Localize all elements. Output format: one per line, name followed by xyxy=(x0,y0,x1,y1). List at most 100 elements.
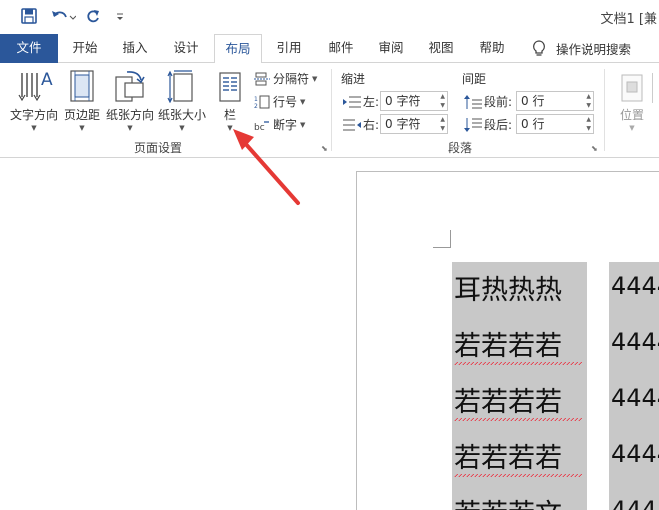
spacing-before-input[interactable]: 0 行 ▲ ▼ xyxy=(516,91,594,111)
orientation-button[interactable]: 纸张方向 ▼ xyxy=(104,67,156,132)
indent-left-label: 左: xyxy=(343,93,379,110)
text-direction-icon: A xyxy=(6,67,62,103)
paragraph-launcher-icon[interactable]: ⬊ xyxy=(591,144,598,153)
spacing-before-icon xyxy=(464,94,482,109)
orientation-icon xyxy=(104,67,156,103)
breaks-button[interactable]: 分隔符 ▼ xyxy=(254,70,317,87)
hyphenation-icon: bc xyxy=(254,120,269,132)
col1-line-5: 若若若文 xyxy=(454,492,562,510)
tab-help[interactable]: 帮助 xyxy=(469,34,515,63)
indent-right-input[interactable]: 0 字符 ▲ ▼ xyxy=(380,114,448,134)
overflow-edge xyxy=(652,73,659,103)
spellcheck-underline xyxy=(454,474,582,477)
chevron-down-icon: ▼ xyxy=(31,124,37,132)
hyphenation-button[interactable]: bc 断字 ▼ xyxy=(254,116,305,133)
spacing-after-icon xyxy=(464,117,482,132)
margin-corner-mark xyxy=(433,230,451,248)
svg-text:1: 1 xyxy=(254,96,258,103)
window-title: 文档1 [兼 xyxy=(600,12,657,27)
chevron-down-icon: ▼ xyxy=(79,124,85,132)
margins-label: 页边距 xyxy=(63,108,100,122)
col1-line-4: 若若若若 xyxy=(454,443,562,474)
tab-review[interactable]: 审阅 xyxy=(368,34,414,63)
svg-text:2: 2 xyxy=(254,103,258,109)
svg-text:bc: bc xyxy=(254,123,265,132)
column-2[interactable]: 4444 4444 4444 4444 4444 xyxy=(609,262,659,510)
indent-header: 缩进 xyxy=(341,72,366,86)
spinner-icon[interactable]: ▲ ▼ xyxy=(440,115,445,133)
position-label: 位置 xyxy=(619,108,644,122)
hyphenation-label: 断字 xyxy=(273,118,298,132)
tab-home[interactable]: 开始 xyxy=(62,34,108,63)
group-divider xyxy=(604,69,605,151)
indent-left-input[interactable]: 0 字符 ▲ ▼ xyxy=(380,91,448,111)
tab-mailings[interactable]: 邮件 xyxy=(318,34,364,63)
col2-line-1: 4444 xyxy=(611,272,659,300)
lightbulb-icon xyxy=(533,39,545,56)
spacing-after-input[interactable]: 0 行 ▲ ▼ xyxy=(516,114,594,134)
col2-line-3: 4444 xyxy=(611,384,659,412)
text-direction-button[interactable]: A 文字方向 ▼ xyxy=(6,67,62,132)
line-numbers-button[interactable]: 12 行号 ▼ xyxy=(254,93,305,110)
group-divider xyxy=(331,69,332,151)
tab-design[interactable]: 设计 xyxy=(163,34,209,63)
col2-line-4: 4444 xyxy=(611,440,659,468)
columns-label: 栏 xyxy=(223,108,236,122)
spellcheck-underline xyxy=(454,418,582,421)
title-bar: 文档1 [兼 xyxy=(0,0,659,34)
line-numbers-label: 行号 xyxy=(273,95,298,109)
position-button[interactable]: 位置 ▼ xyxy=(612,67,652,132)
breaks-label: 分隔符 xyxy=(273,72,310,86)
chevron-down-icon: ▼ xyxy=(127,124,133,132)
chevron-down-icon: ▼ xyxy=(179,124,185,132)
columns-button[interactable]: 栏 ▼ xyxy=(212,67,248,132)
chevron-down-icon: ▼ xyxy=(300,97,306,106)
redo-icon[interactable] xyxy=(84,6,102,26)
spinner-icon[interactable]: ▲ ▼ xyxy=(586,92,591,110)
position-icon xyxy=(612,67,652,103)
col1-line-1: 耳热热热 xyxy=(454,275,562,306)
chevron-down-icon: ▼ xyxy=(312,74,318,83)
tab-insert[interactable]: 插入 xyxy=(112,34,158,63)
indent-right-icon xyxy=(343,119,361,130)
page-size-icon xyxy=(156,67,208,103)
col2-line-5: 4444 xyxy=(611,496,659,510)
columns-icon xyxy=(212,67,248,103)
page-setup-launcher-icon[interactable]: ⬊ xyxy=(321,144,328,153)
tell-me-search[interactable]: 操作说明搜索 xyxy=(532,34,631,63)
size-label: 纸张大小 xyxy=(157,108,206,122)
tab-file[interactable]: 文件 xyxy=(0,34,58,63)
page-setup-group-label: 页面设置 xyxy=(134,141,183,155)
line-numbers-icon: 12 xyxy=(254,95,270,109)
tab-references[interactable]: 引用 xyxy=(266,34,312,63)
spinner-icon[interactable]: ▲ ▼ xyxy=(586,115,591,133)
document-page[interactable]: 耳热热热 若若若若 若若若若 若若若若 若若若文 4444 4444 4444 … xyxy=(356,171,659,510)
chevron-down-icon: ▼ xyxy=(300,120,306,129)
indent-right-label: 右: xyxy=(343,116,379,133)
column-1[interactable]: 耳热热热 若若若若 若若若若 若若若若 若若若文 xyxy=(452,262,587,510)
undo-icon[interactable] xyxy=(48,6,78,26)
spacing-header: 间距 xyxy=(462,72,487,86)
save-icon[interactable] xyxy=(18,6,40,26)
tell-me-label: 操作说明搜索 xyxy=(556,42,632,57)
size-button[interactable]: 纸张大小 ▼ xyxy=(156,67,208,132)
page-break-icon xyxy=(254,72,270,85)
spacing-after-label: 段后: xyxy=(464,116,512,133)
chevron-down-icon: ▼ xyxy=(227,124,233,132)
margins-icon xyxy=(62,67,102,103)
chevron-down-icon: ▼ xyxy=(629,124,635,132)
margins-button[interactable]: 页边距 ▼ xyxy=(62,67,102,132)
tab-layout[interactable]: 布局 xyxy=(214,34,262,64)
orientation-label: 纸张方向 xyxy=(105,108,154,122)
col1-line-3: 若若若若 xyxy=(454,387,562,418)
spinner-icon[interactable]: ▲ ▼ xyxy=(440,92,445,110)
col1-line-2: 若若若若 xyxy=(454,331,562,362)
spellcheck-underline xyxy=(454,362,582,365)
customize-toolbar-icon[interactable] xyxy=(112,6,128,26)
col2-line-2: 4444 xyxy=(611,328,659,356)
svg-text:A: A xyxy=(41,70,53,90)
spacing-before-label: 段前: xyxy=(464,93,512,110)
tab-view[interactable]: 视图 xyxy=(418,34,464,63)
ribbon-tabs: 文件 开始 插入 设计 布局 引用 邮件 审阅 视图 帮助 操作说明搜索 xyxy=(0,34,659,64)
paragraph-group-label: 段落 xyxy=(448,141,473,155)
